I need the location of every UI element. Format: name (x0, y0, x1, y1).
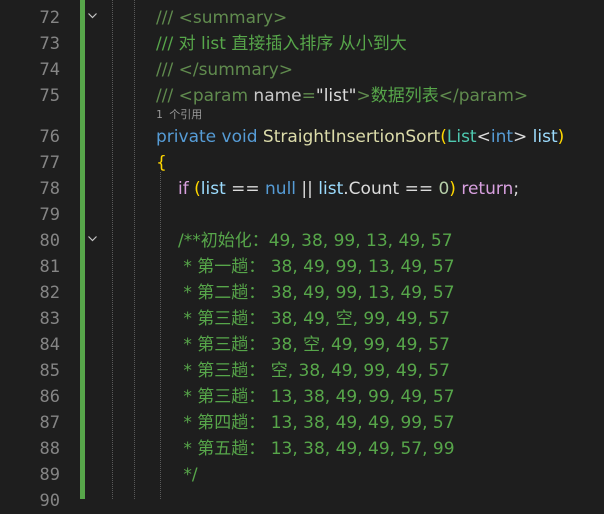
code-text: * 第一趟： 38, 49, 99, 13, 49, 57 (178, 257, 455, 277)
line-number: 77 (39, 153, 60, 173)
line-number: 80 (39, 231, 60, 251)
line-number: 72 (39, 8, 60, 28)
line-number: 76 (39, 127, 60, 147)
line-number: 86 (39, 387, 60, 407)
line-number: 79 (39, 205, 60, 225)
code-line[interactable]: 77 { (0, 150, 604, 176)
code-text: */ (178, 465, 198, 485)
line-number: 88 (39, 439, 60, 459)
line-number: 81 (39, 257, 60, 277)
code-text: * 第四趟： 13, 38, 49, 49, 99, 57 (178, 413, 455, 433)
line-number: 84 (39, 335, 60, 355)
chevron-down-icon[interactable] (88, 236, 97, 244)
code-text: * 第三趟： 空, 38, 49, 99, 49, 57 (178, 361, 450, 381)
code-line[interactable]: 89 */ (0, 462, 604, 488)
code-line[interactable]: 81 * 第一趟： 38, 49, 99, 13, 49, 57 (0, 254, 604, 280)
code-line[interactable]: 90 (0, 488, 604, 514)
code-text: * 第三趟： 13, 38, 49, 99, 49, 57 (178, 387, 455, 407)
code-text: * 第五趟： 13, 38, 49, 49, 57, 99 (178, 439, 455, 459)
code-line[interactable]: 85 * 第三趟： 空, 38, 49, 99, 49, 57 (0, 358, 604, 384)
code-text: if (list == null || list.Count == 0) ret… (178, 179, 520, 199)
code-line[interactable]: 72 /// <summary> (0, 5, 604, 31)
codelens-references[interactable]: 1 个引用 (156, 108, 202, 122)
line-number: 78 (39, 179, 60, 199)
chevron-down-icon[interactable] (88, 13, 97, 21)
code-text: /// <param name="list">数据列表</param> (156, 86, 529, 106)
code-line[interactable]: 87 * 第四趟： 13, 38, 49, 49, 99, 57 (0, 410, 604, 436)
code-text: * 第二趟： 38, 49, 99, 13, 49, 57 (178, 283, 455, 303)
code-text: * 第三趟： 38, 空, 49, 99, 49, 57 (178, 335, 450, 355)
code-text: /**初始化：49, 38, 99, 13, 49, 57 (178, 231, 453, 251)
line-number: 89 (39, 465, 60, 485)
code-line[interactable]: 83 * 第三趟： 38, 49, 空, 99, 49, 57 (0, 306, 604, 332)
code-text: { (156, 153, 167, 173)
code-line[interactable]: 75 /// <param name="list">数据列表</param> (0, 83, 604, 109)
code-line[interactable]: 82 * 第二趟： 38, 49, 99, 13, 49, 57 (0, 280, 604, 306)
code-text: /// 对 list 直接插入排序 从小到大 (156, 34, 407, 54)
code-line[interactable]: 78 if (list == null || list.Count == 0) … (0, 176, 604, 202)
code-line[interactable]: 74 /// </summary> (0, 57, 604, 83)
code-text: /// </summary> (156, 60, 294, 80)
code-line[interactable]: 80 /**初始化：49, 38, 99, 13, 49, 57 (0, 228, 604, 254)
line-number: 83 (39, 309, 60, 329)
code-line[interactable]: 88 * 第五趟： 13, 38, 49, 49, 57, 99 (0, 436, 604, 462)
code-line[interactable]: 73 /// 对 list 直接插入排序 从小到大 (0, 31, 604, 57)
code-text: private void StraightInsertionSort(List<… (156, 127, 565, 147)
code-editor[interactable]: 72 /// <summary> 73 /// 对 list 直接插入排序 从小… (0, 0, 604, 511)
line-number: 73 (39, 34, 60, 54)
code-line[interactable]: 76 private void StraightInsertionSort(Li… (0, 124, 604, 150)
line-number: 74 (39, 60, 60, 80)
line-number: 75 (39, 86, 60, 106)
line-number: 82 (39, 283, 60, 303)
code-line[interactable]: 86 * 第三趟： 13, 38, 49, 99, 49, 57 (0, 384, 604, 410)
code-text: /// <summary> (156, 8, 288, 28)
code-line[interactable]: 79 (0, 202, 604, 228)
line-number: 85 (39, 361, 60, 381)
code-text: * 第三趟： 38, 49, 空, 99, 49, 57 (178, 309, 450, 329)
line-number: 87 (39, 413, 60, 433)
line-number: 90 (39, 491, 60, 511)
code-line[interactable]: 84 * 第三趟： 38, 空, 49, 99, 49, 57 (0, 332, 604, 358)
